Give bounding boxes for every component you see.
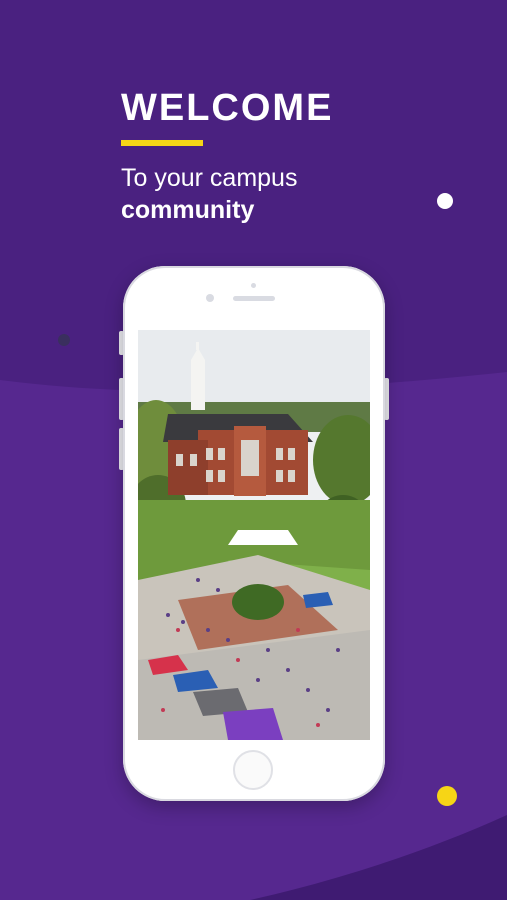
decorative-dot-dark (58, 334, 70, 346)
decorative-dot-yellow (437, 786, 457, 806)
title-underline (121, 140, 203, 146)
campus-photo (138, 330, 370, 740)
welcome-title: WELCOME (121, 87, 334, 129)
phone-sensor (251, 283, 256, 288)
campus-aerial-illustration (138, 330, 370, 740)
phone-camera-icon (206, 294, 214, 302)
phone-speaker (233, 296, 275, 301)
decorative-dot-white (437, 193, 453, 209)
welcome-subtitle: To your campus (121, 164, 298, 192)
welcome-subtitle-bold: community (121, 196, 255, 224)
phone-home-button (233, 750, 273, 790)
